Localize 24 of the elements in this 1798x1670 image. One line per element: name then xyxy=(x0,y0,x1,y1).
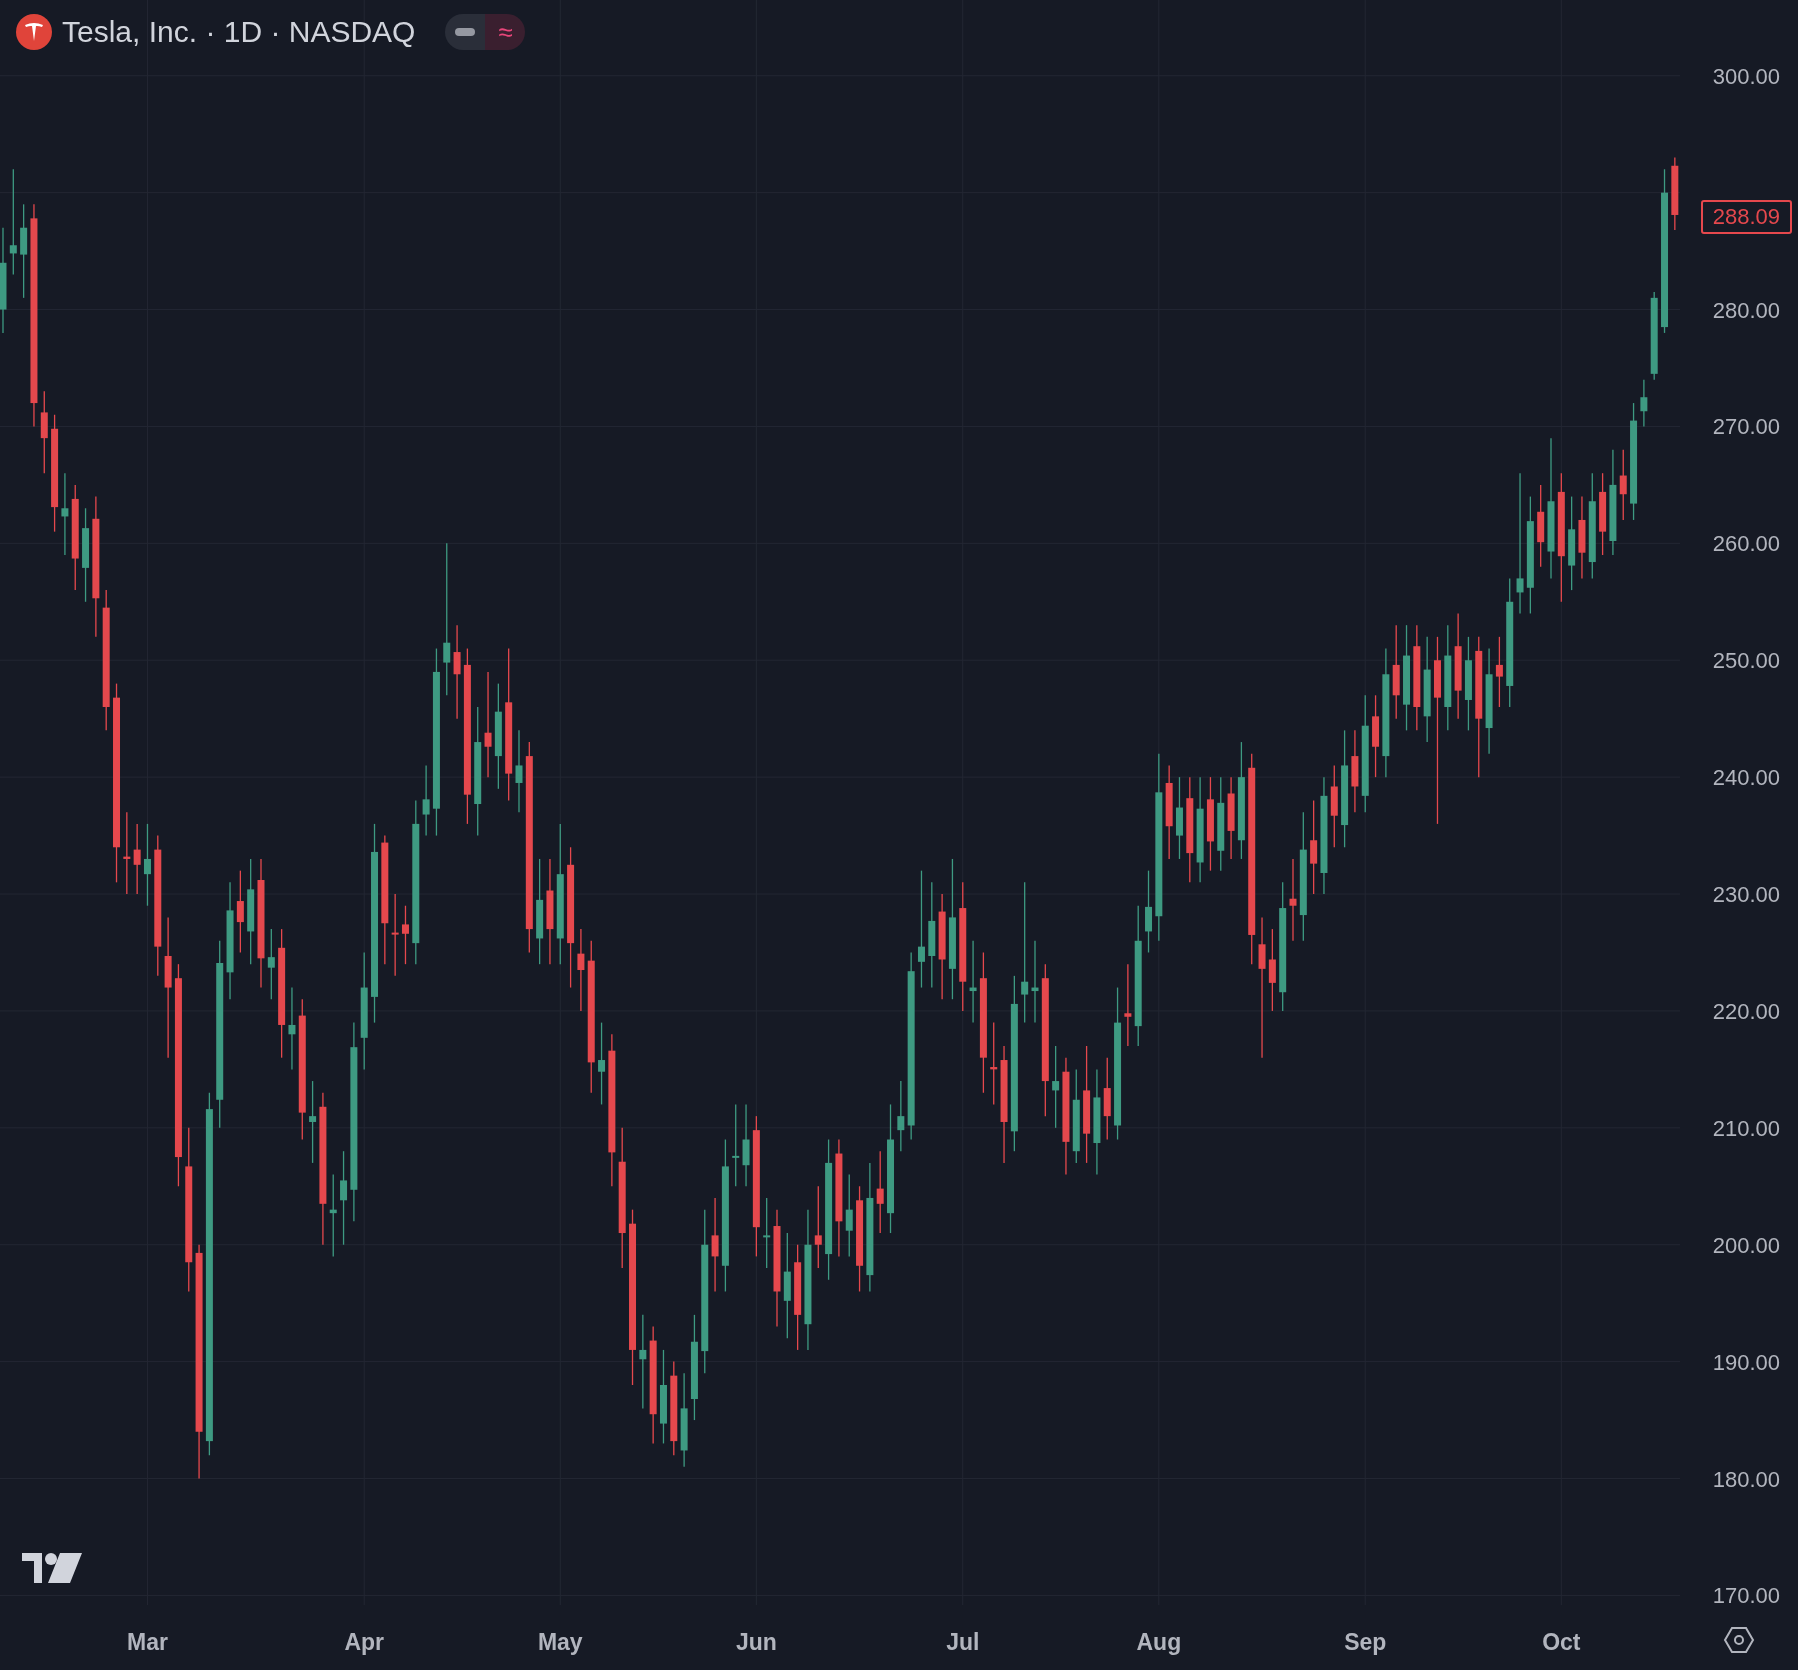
last-price-tag: 288.09 xyxy=(1700,199,1792,234)
price-label: 260.00 xyxy=(1712,531,1780,557)
month-label: Mar xyxy=(127,1629,168,1655)
price-label: 200.00 xyxy=(1712,1232,1780,1258)
price-label: 210.00 xyxy=(1712,1115,1780,1141)
month-label: Jul xyxy=(946,1629,980,1655)
price-label: 170.00 xyxy=(1712,1583,1780,1609)
month-label: Aug xyxy=(1136,1629,1182,1655)
symbol-title: Tesla, Inc. · 1D · NASDAQ xyxy=(62,15,416,49)
indicator-toggle[interactable]: ≈ xyxy=(485,14,526,50)
month-label: Sep xyxy=(1344,1629,1387,1655)
price-label: 300.00 xyxy=(1712,63,1780,89)
price-label: 180.00 xyxy=(1712,1466,1780,1492)
price-label: 220.00 xyxy=(1712,998,1780,1024)
month-label: Apr xyxy=(344,1629,384,1655)
price-label: 280.00 xyxy=(1712,297,1780,323)
price-label: 250.00 xyxy=(1712,648,1780,674)
month-label: Jun xyxy=(735,1629,777,1655)
month-label: May xyxy=(537,1629,583,1655)
price-label: 240.00 xyxy=(1712,765,1780,791)
price-label: 270.00 xyxy=(1712,414,1780,440)
price-label: 230.00 xyxy=(1712,882,1780,908)
month-label: Oct xyxy=(1542,1629,1581,1655)
price-label: 190.00 xyxy=(1712,1349,1780,1375)
